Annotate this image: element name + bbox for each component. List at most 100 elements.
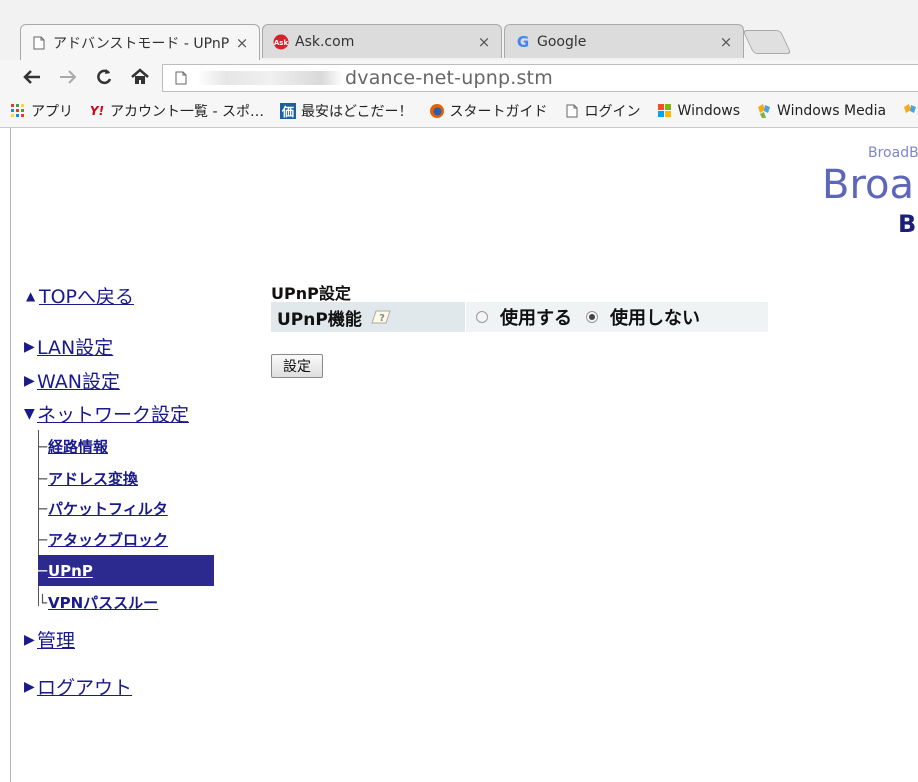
nav-lan-label[interactable]: LAN設定 [37,333,113,360]
bookmark-label: Windows [677,102,741,119]
tab-title: Ask.com [295,33,355,50]
url-text: dvance-net-upnp.stm [345,67,553,89]
page-title: UPnP設定 [271,284,351,303]
triangle-down-icon: ▼ [24,405,35,422]
bookmark-kakaku[interactable]: 価 最安はどこだー！ [279,101,413,121]
close-icon[interactable]: × [235,34,249,52]
bookmark-label: Windows Media [777,102,887,119]
google-icon: G [515,34,531,50]
tab-upnp[interactable]: アドバンストモード - UPnP × [20,24,260,60]
nav-lan[interactable]: ▶ LAN設定 [24,333,113,360]
close-icon[interactable]: × [477,33,491,51]
kakaku-icon: 価 [279,102,296,119]
apps-grid-icon [10,103,26,119]
nav-admin-label[interactable]: 管理 [37,626,75,653]
page-icon [173,69,189,87]
sub-label[interactable]: 経路情報 [48,436,108,457]
nav-top-label[interactable]: TOPへ戻る [39,282,134,309]
sub-label[interactable]: VPNパススルー [48,592,158,613]
nav-network-label[interactable]: ネットワーク設定 [37,400,189,427]
address-bar[interactable]: dvance-net-upnp.stm [162,64,918,92]
tab-title: アドバンストモード - UPnP [53,35,230,52]
sidebar-item-nat[interactable]: ─ アドレス変換 [38,468,138,489]
reload-icon[interactable] [92,64,116,90]
sidebar-item-packet-filter[interactable]: ─ パケットフィルタ [38,498,168,519]
brand-title: Broa [822,162,914,208]
sidebar-item-attack-block[interactable]: ─ アタックブロック [38,529,168,550]
redacted-url-part [197,71,343,85]
triangle-right-icon: ▶ [24,372,35,389]
svg-text:G: G [517,34,529,50]
bookmark-windows-media[interactable]: Windows Media [756,103,886,119]
tree-branch: └ [38,593,48,612]
brand-subtitle: B [898,210,917,238]
windows-icon [657,103,673,119]
radio-use[interactable] [476,311,488,323]
forward-icon[interactable] [56,64,80,90]
sidebar-item-route-info[interactable]: ─ 経路情報 [38,436,108,457]
sub-label[interactable]: アドレス変換 [48,468,138,489]
svg-text:価: 価 [281,104,294,119]
bookmark-overflow[interactable] [902,103,918,119]
submit-button[interactable]: 設定 [271,354,323,378]
sidebar-item-upnp[interactable]: ─ UPnP [38,555,214,586]
nav-network[interactable]: ▼ ネットワーク設定 [24,400,189,427]
sub-label[interactable]: パケットフィルタ [48,498,168,519]
upnp-function-label-cell: UPnP機能 ? [271,302,465,332]
page-icon [564,103,580,119]
browser-toolbar: dvance-net-upnp.stm [0,60,918,94]
triangle-right-icon: ▶ [24,678,35,695]
tree-branch: ─ [38,469,48,488]
radio-nouse[interactable] [586,311,598,323]
tree-branch: ─ [38,499,48,518]
new-tab-button[interactable] [742,30,792,54]
home-icon[interactable] [128,64,152,90]
help-note-icon[interactable]: ? [368,309,391,325]
bookmark-login[interactable]: ログイン [564,101,641,121]
windows-media-icon [756,103,772,119]
bookmarks-bar: アプリ Y! アカウント一覧 - スポ… 価 最安はどこだー！ スタートガイド … [0,94,918,128]
bookmark-label: アプリ [31,103,73,120]
nav-wan-label[interactable]: WAN設定 [37,367,120,394]
svg-text:Ask: Ask [274,39,289,47]
windows-media-icon [902,103,918,119]
nav-admin[interactable]: ▶ 管理 [24,626,75,653]
triangle-up-icon: ▲ [26,288,36,303]
tab-title: Google [537,33,587,50]
browser-chrome: アドバンストモード - UPnP × Ask Ask.com × G Googl… [0,0,918,128]
tab-strip: アドバンストモード - UPnP × Ask Ask.com × G Googl… [0,0,918,60]
tree-branch: ─ [38,437,48,456]
tab-google[interactable]: G Google × [504,24,744,58]
tree-branch: ─ [38,561,48,580]
radio-use-label[interactable]: 使用する [500,304,572,330]
nav-logout[interactable]: ▶ ログアウト [24,673,132,700]
bookmark-yahoo-account[interactable]: Y! アカウント一覧 - スポ… [89,101,264,121]
bookmark-apps[interactable]: アプリ [10,101,73,121]
bookmark-label: アカウント一覧 - スポ… [110,103,264,120]
bookmark-windows[interactable]: Windows [657,102,741,119]
tab-ask[interactable]: Ask Ask.com × [262,24,502,58]
page-left-border [0,128,11,782]
sub-label[interactable]: アタックブロック [48,529,168,550]
upnp-function-value-cell: 使用する 使用しない [466,302,768,332]
brand-small-text: BroadB [868,145,918,161]
nav-logout-label[interactable]: ログアウト [37,673,132,700]
bookmark-label: ログイン [584,103,641,120]
triangle-right-icon: ▶ [24,338,35,355]
sub-label[interactable]: UPnP [48,562,93,580]
bookmark-start-guide[interactable]: スタートガイド [429,101,548,121]
close-icon[interactable]: × [719,33,733,51]
back-icon[interactable] [20,64,44,90]
page-icon [31,35,47,51]
nav-wan[interactable]: ▶ WAN設定 [24,367,120,394]
bookmark-label: スタートガイド [449,103,548,120]
ask-icon: Ask [273,34,289,50]
svg-text:?: ? [379,313,385,324]
firefox-icon [429,103,445,119]
yahoo-icon: Y! [89,103,105,118]
triangle-right-icon: ▶ [24,631,35,648]
tree-branch: ─ [38,530,48,549]
radio-nouse-label[interactable]: 使用しない [610,304,700,330]
sidebar-item-vpn-passthrough[interactable]: └ VPNパススルー [38,592,158,613]
nav-top-link[interactable]: ▲ TOPへ戻る [26,282,134,309]
